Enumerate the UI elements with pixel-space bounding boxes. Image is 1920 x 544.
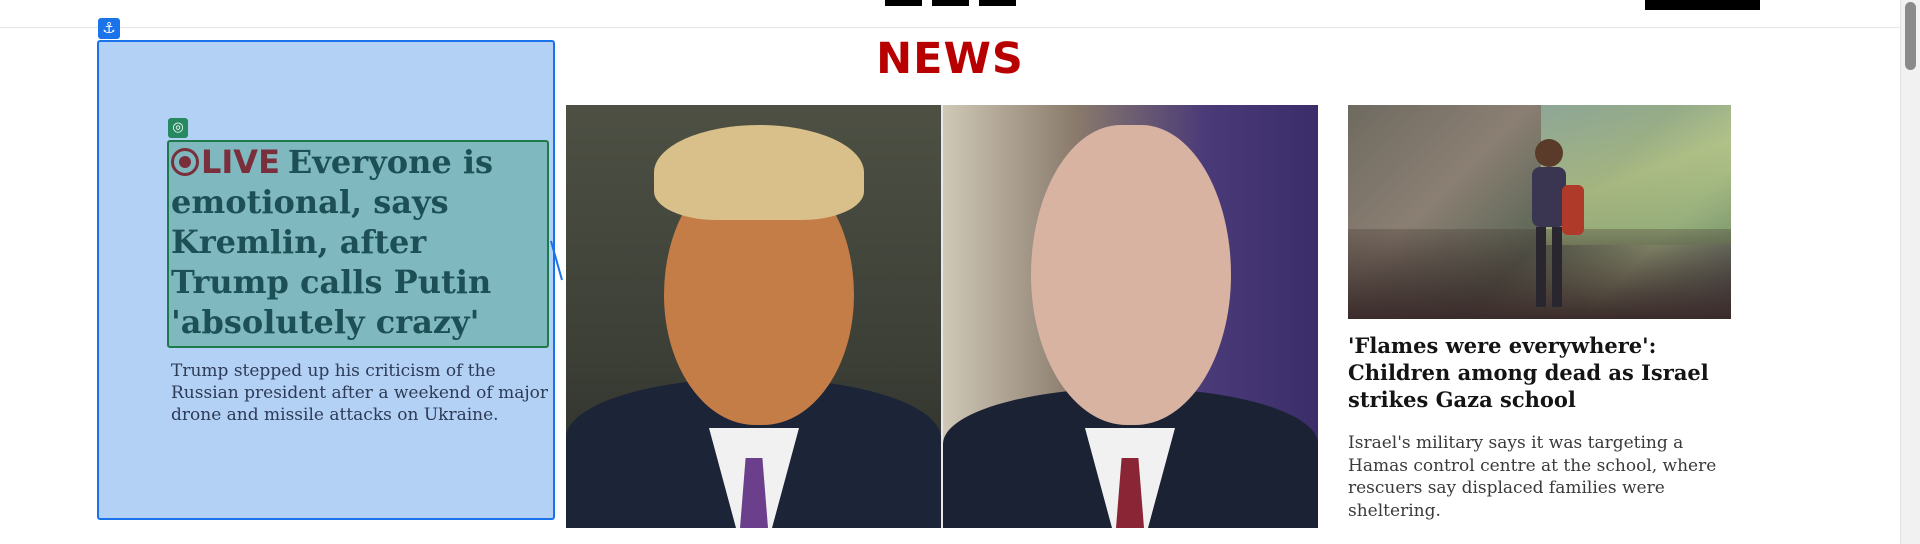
side-story-image[interactable] (1348, 105, 1731, 319)
live-label: LIVE (201, 143, 280, 181)
side-image-figure (1532, 139, 1584, 307)
page-scrollbar[interactable] (1900, 0, 1920, 544)
lead-story-headline[interactable]: LIVE Everyone is emotional, says Kremlin,… (171, 142, 551, 342)
anchor-icon[interactable]: ⚓ (98, 18, 120, 39)
bbc-logo-block-b2[interactable] (932, 0, 969, 6)
live-indicator-icon (171, 148, 199, 176)
side-story-headline[interactable]: 'Flames were everywhere': Children among… (1348, 332, 1748, 413)
top-navigation-bar (0, 0, 1900, 28)
lead-story-summary: Trump stepped up his criticism of the Ru… (171, 361, 548, 425)
page: NEWS ⚓ ◎ LIVE Everyone is emotional, says… (0, 0, 1920, 544)
image-left-portrait (566, 105, 941, 528)
image-right-portrait (943, 105, 1318, 528)
target-icon[interactable]: ◎ (168, 118, 188, 138)
register-button[interactable] (1645, 0, 1760, 10)
scrollbar-thumb[interactable] (1905, 2, 1916, 70)
overlay-connector-line (550, 240, 563, 281)
bbc-logo-block-b1[interactable] (885, 0, 922, 6)
side-story-summary: Israel's military says it was targeting … (1348, 433, 1717, 521)
lead-story-image[interactable] (566, 105, 1318, 528)
bbc-logo-block-c[interactable] (979, 0, 1016, 6)
